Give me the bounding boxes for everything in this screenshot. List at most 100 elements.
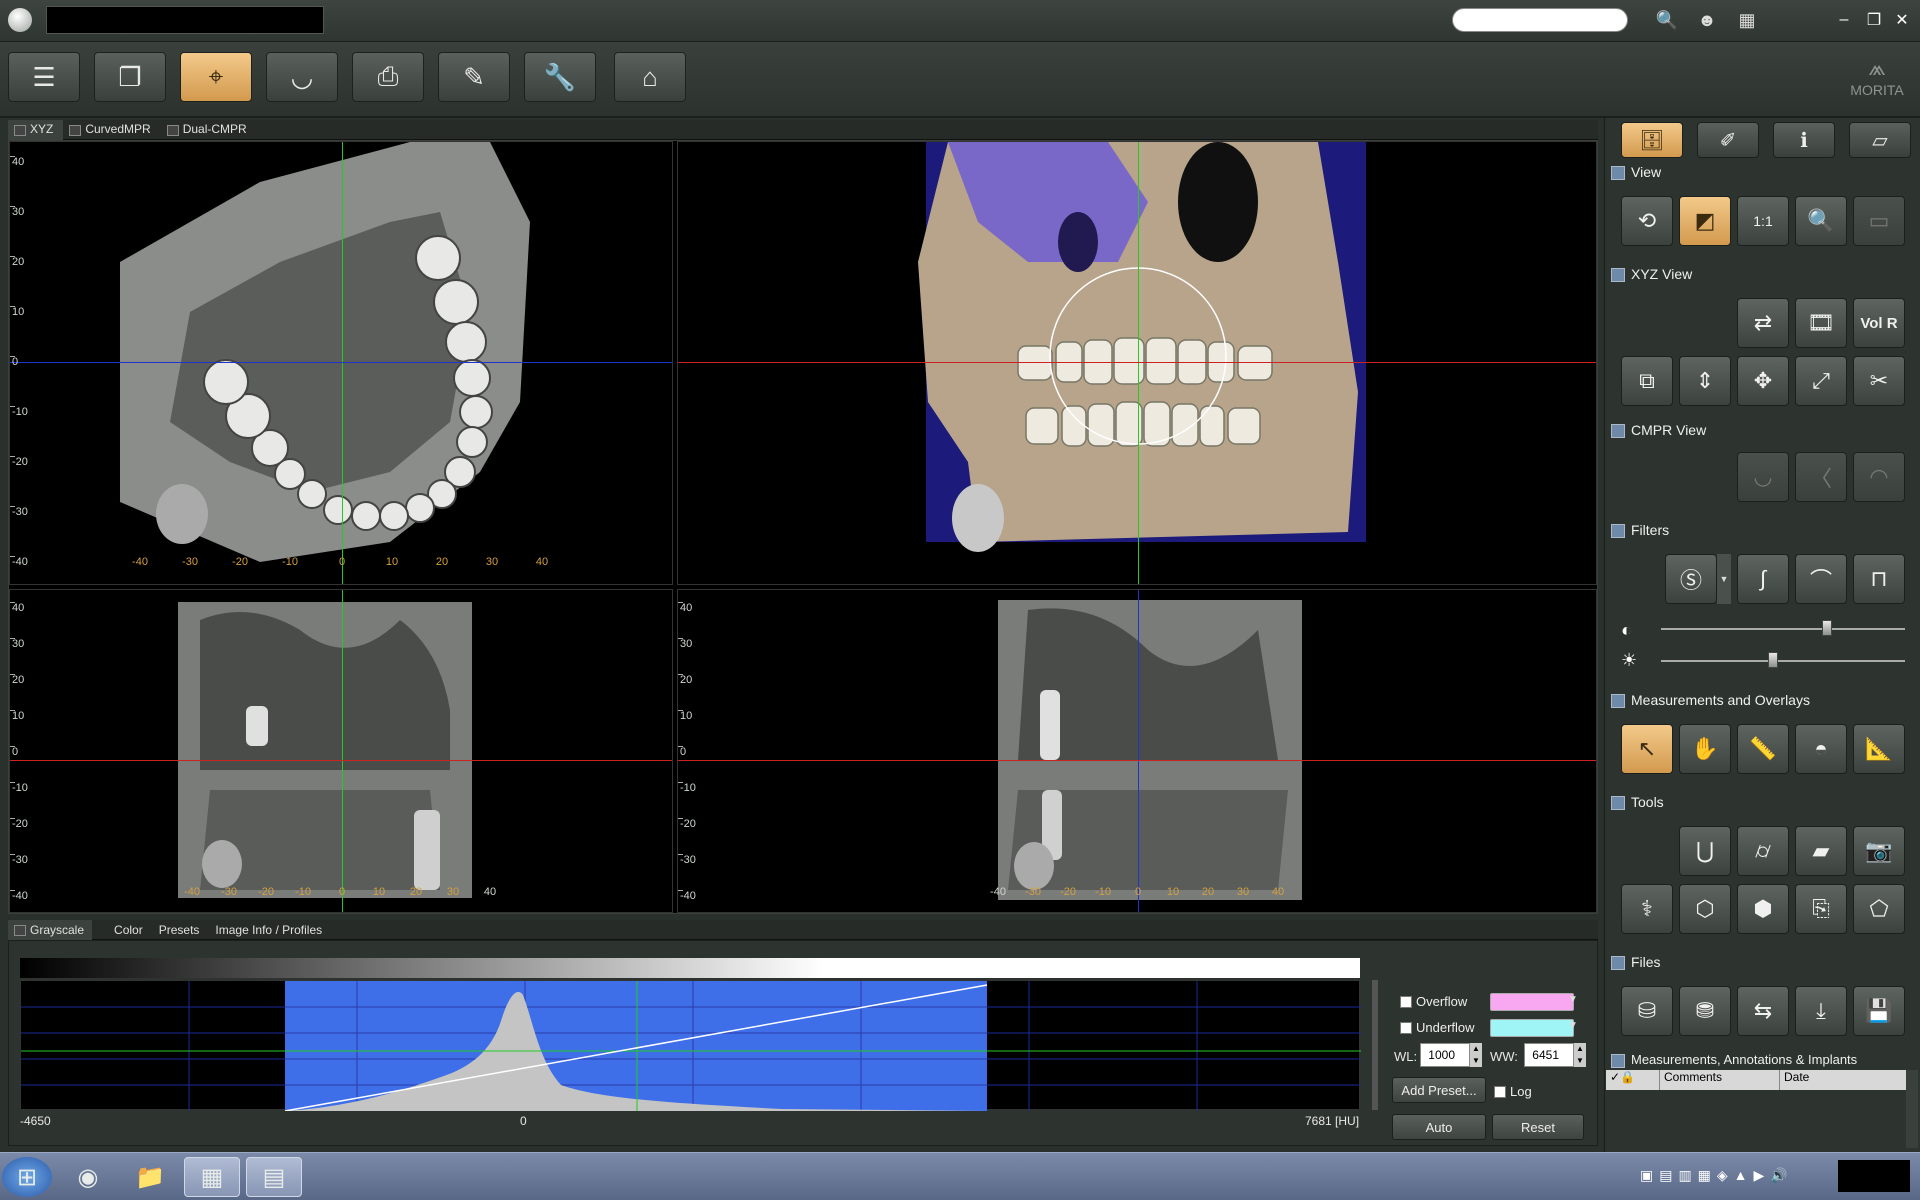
slice-thickness-button[interactable]: ⇕ bbox=[1679, 356, 1731, 406]
minimize-button[interactable]: – bbox=[1832, 8, 1856, 32]
section-filters[interactable]: Filters bbox=[1609, 520, 1915, 540]
settings-button[interactable]: 🔧 bbox=[524, 52, 596, 102]
report-button[interactable]: ✎ bbox=[438, 52, 510, 102]
section-xyz-view[interactable]: XYZ View bbox=[1609, 264, 1915, 284]
panoramic-button[interactable]: ◡ bbox=[266, 52, 338, 102]
tab-notes[interactable]: ✐ bbox=[1697, 122, 1759, 158]
curve-filter-3-button[interactable]: ⊓ bbox=[1853, 554, 1905, 604]
crosshair-vertical[interactable] bbox=[1138, 142, 1139, 584]
list-view-button[interactable]: ☰ bbox=[8, 52, 80, 102]
sectioning-button[interactable]: ▰ bbox=[1795, 826, 1847, 876]
checkbox-box[interactable] bbox=[1400, 1021, 1412, 1034]
close-button[interactable]: ✕ bbox=[1890, 8, 1914, 32]
tab-color[interactable]: Color bbox=[92, 920, 151, 940]
slice-view-button[interactable]: ◩ bbox=[1679, 196, 1731, 246]
histogram-scrollbar[interactable] bbox=[1372, 980, 1378, 1110]
chevron-down-icon[interactable]: ▼ bbox=[1568, 994, 1578, 1005]
checkbox-box[interactable] bbox=[1494, 1085, 1506, 1098]
section-measurements[interactable]: Measurements and Overlays bbox=[1609, 690, 1915, 710]
section-annotations[interactable]: Measurements, Annotations & Implants bbox=[1609, 1050, 1915, 1070]
layout-button[interactable]: ⟲ bbox=[1621, 196, 1673, 246]
contrast-slider-knob[interactable] bbox=[1821, 620, 1832, 636]
slab-button[interactable]: ⧉ bbox=[1621, 356, 1673, 406]
tab-info[interactable]: ℹ bbox=[1773, 122, 1835, 158]
film-button[interactable]: 🎞 bbox=[1795, 298, 1847, 348]
taskbar-chrome[interactable]: ◉ bbox=[60, 1157, 116, 1197]
chevron-down-icon[interactable]: ▼ bbox=[1717, 554, 1731, 604]
xyz-volume-button[interactable]: ⌖ bbox=[180, 52, 252, 102]
crosshair-vertical[interactable] bbox=[342, 590, 343, 912]
tab-xyz[interactable]: XYZ bbox=[8, 120, 64, 140]
pointer-tool-button[interactable]: ↖ bbox=[1621, 724, 1673, 774]
search-input[interactable] bbox=[1452, 8, 1628, 32]
system-tray-icons[interactable]: ▣▤▥▦◈▲▶🔊 bbox=[1640, 1167, 1794, 1184]
taskbar-viewer[interactable]: ▤ bbox=[246, 1157, 302, 1197]
brightness-slider-knob[interactable] bbox=[1768, 652, 1779, 668]
overflow-color-picker[interactable] bbox=[1490, 993, 1574, 1011]
cylinder-button[interactable]: ⌭ bbox=[1737, 826, 1789, 876]
restore-button[interactable]: ❐ bbox=[1862, 8, 1886, 32]
pan-tool-button[interactable]: ✋ bbox=[1679, 724, 1731, 774]
dicom-export-button[interactable]: ⛃ bbox=[1679, 986, 1731, 1036]
list-icons-column[interactable]: ✓🔒 bbox=[1606, 1070, 1660, 1090]
download-button[interactable]: ⤓ bbox=[1795, 986, 1847, 1036]
chevron-down-icon[interactable]: ▼ bbox=[1568, 1020, 1578, 1031]
crosshair-horizontal[interactable] bbox=[678, 362, 1596, 363]
wl-input[interactable]: 1000 bbox=[1420, 1043, 1470, 1067]
wl-stepper[interactable]: ▲ ▼ bbox=[1470, 1043, 1482, 1067]
tab-dual-cmpr[interactable]: Dual-CMPR bbox=[161, 120, 257, 140]
tab-curvedmpr[interactable]: CurvedMPR bbox=[63, 120, 160, 140]
dicom-import-button[interactable]: ⛁ bbox=[1621, 986, 1673, 1036]
search-icon[interactable]: 🔍 bbox=[1652, 6, 1682, 34]
reset-button[interactable]: Reset bbox=[1492, 1114, 1584, 1140]
start-button[interactable]: ⊞ bbox=[2, 1157, 52, 1197]
grid-icon[interactable]: ▦ bbox=[1732, 6, 1762, 34]
windows-button[interactable]: ❐ bbox=[94, 52, 166, 102]
snapshot-button[interactable]: 📷 bbox=[1853, 826, 1905, 876]
annotations-list[interactable] bbox=[1606, 1090, 1906, 1134]
add-patient-icon[interactable]: ☻ bbox=[1692, 6, 1722, 34]
histogram[interactable] bbox=[20, 980, 1361, 1111]
save-button[interactable]: 💾 bbox=[1853, 986, 1905, 1036]
curve-filter-1-button[interactable]: ∫ bbox=[1737, 554, 1789, 604]
overflow-checkbox[interactable]: Overflow bbox=[1400, 994, 1467, 1009]
move-crosshair-button[interactable]: ✥ bbox=[1737, 356, 1789, 406]
auto-button[interactable]: Auto bbox=[1392, 1114, 1486, 1140]
ww-stepper[interactable]: ▲ ▼ bbox=[1574, 1043, 1586, 1067]
home-button[interactable]: ⌂ bbox=[614, 52, 686, 102]
angle-tool-button[interactable]: ◓ bbox=[1795, 724, 1847, 774]
mask-button[interactable]: ⬠ bbox=[1853, 884, 1905, 934]
taskbar-app-grid[interactable]: ▦ bbox=[184, 1157, 240, 1197]
print-button[interactable]: ⎙ bbox=[352, 52, 424, 102]
underflow-color-picker[interactable] bbox=[1490, 1019, 1574, 1037]
actual-size-button[interactable]: 1:1 bbox=[1737, 196, 1789, 246]
compass-tool-button[interactable]: 📐 bbox=[1853, 724, 1905, 774]
checkbox-box[interactable] bbox=[1400, 995, 1412, 1008]
tab-eraser[interactable]: ▱ bbox=[1849, 122, 1911, 158]
add-preset-button[interactable]: Add Preset... bbox=[1392, 1077, 1486, 1103]
tab-grayscale[interactable]: Grayscale bbox=[8, 920, 93, 940]
export-button[interactable]: ⎘ bbox=[1795, 884, 1847, 934]
section-cmpr-view[interactable]: CMPR View bbox=[1609, 420, 1915, 440]
section-files[interactable]: Files bbox=[1609, 952, 1915, 972]
underflow-checkbox[interactable]: Underflow bbox=[1400, 1020, 1475, 1035]
coronal-pane[interactable]: 40 30 20 10 0 -10 -20 -30 -40 -40 -30 -2… bbox=[9, 589, 673, 913]
cut-volume-button[interactable]: ✂ bbox=[1853, 356, 1905, 406]
crosshair-horizontal[interactable] bbox=[10, 362, 672, 363]
crosshair-vertical[interactable] bbox=[1138, 590, 1139, 912]
zoom-button[interactable]: 🔍 bbox=[1795, 196, 1847, 246]
curve-filter-2-button[interactable]: ⌒ bbox=[1795, 554, 1847, 604]
section-view[interactable]: View bbox=[1609, 162, 1915, 182]
rotate-axes-button[interactable]: ⤢ bbox=[1795, 356, 1847, 406]
brightness-slider[interactable] bbox=[1661, 660, 1905, 662]
sharpen-filter-button[interactable]: Ⓢ bbox=[1665, 554, 1717, 604]
ww-input[interactable]: 6451 bbox=[1524, 1043, 1574, 1067]
axial-pane[interactable]: 40 30 20 10 0 -10 -20 -30 -40 -40 -30 -2… bbox=[9, 141, 673, 585]
reorient-button[interactable]: ⇄ bbox=[1737, 298, 1789, 348]
crosshair-vertical[interactable] bbox=[342, 142, 343, 584]
log-checkbox[interactable]: Log bbox=[1494, 1084, 1532, 1099]
tab-database[interactable]: 🗄 bbox=[1621, 122, 1683, 158]
tab-image-info[interactable]: Image Info / Profiles bbox=[207, 920, 330, 940]
volume-box-button[interactable]: ⬢ bbox=[1737, 884, 1789, 934]
crosshair-horizontal[interactable] bbox=[10, 760, 672, 761]
